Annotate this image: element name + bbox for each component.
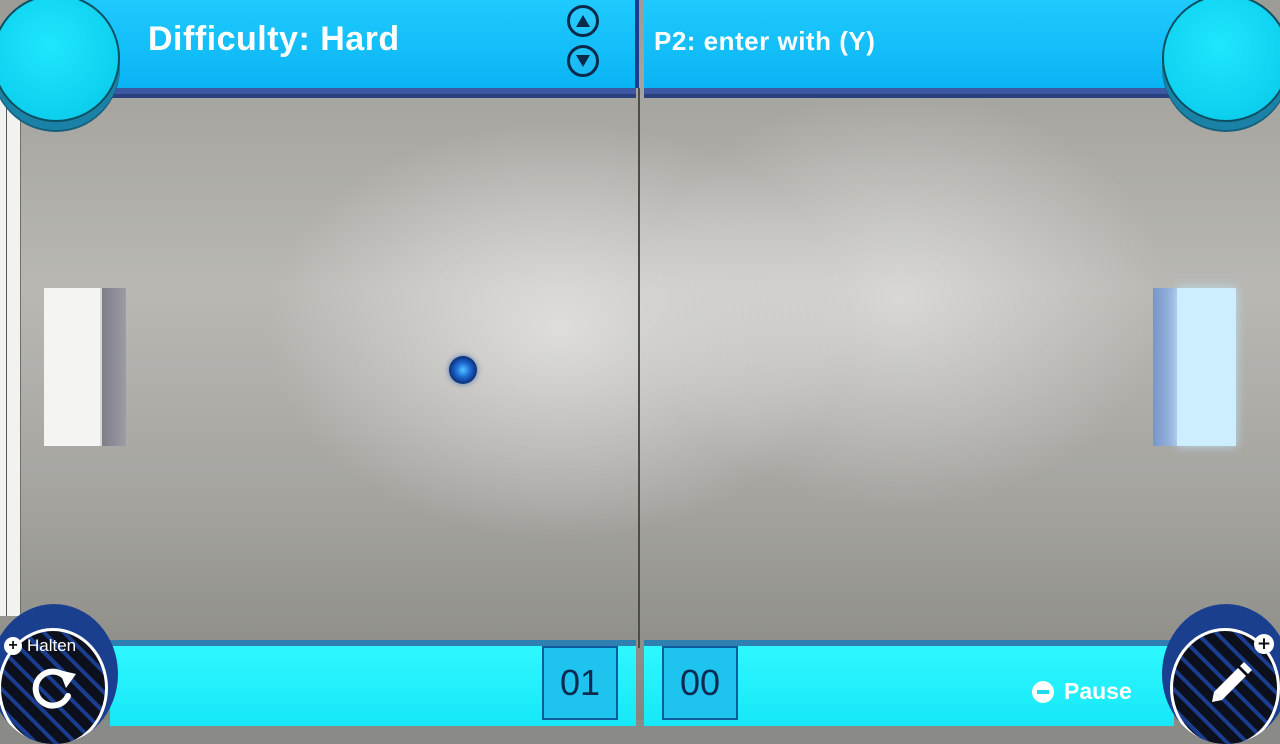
plus-icon: + bbox=[4, 637, 22, 655]
p2-join-prompt: P2: enter with (Y) bbox=[654, 26, 876, 56]
center-line bbox=[638, 88, 640, 648]
player1-paddle-face bbox=[44, 288, 102, 446]
player2-paddle-face bbox=[1177, 288, 1236, 446]
ball bbox=[449, 356, 477, 384]
player2-paddle-side bbox=[1153, 288, 1177, 446]
playfield bbox=[0, 0, 1280, 720]
pause-button[interactable]: Pause bbox=[1032, 678, 1132, 705]
hold-label: Halten bbox=[27, 636, 77, 655]
pencil-icon bbox=[1212, 662, 1252, 702]
pause-label: Pause bbox=[1064, 678, 1132, 704]
player2-bar: P2: enter with (Y) bbox=[644, 0, 1220, 94]
difficulty-bar: Difficulty: Hard bbox=[60, 0, 639, 94]
player1-paddle-side bbox=[102, 288, 126, 446]
difficulty-up-button[interactable] bbox=[567, 5, 599, 37]
header-divider bbox=[635, 0, 639, 88]
player2-paddle bbox=[1153, 288, 1236, 446]
edit-plus-icon: + bbox=[1254, 634, 1274, 654]
difficulty-down-button[interactable] bbox=[567, 45, 599, 77]
hold-hint: + Halten bbox=[4, 636, 76, 656]
left-wall bbox=[0, 96, 21, 616]
minus-icon bbox=[1032, 680, 1054, 703]
player1-score: 01 bbox=[542, 646, 618, 720]
difficulty-label: Difficulty: Hard bbox=[148, 20, 400, 58]
player2-score: 00 bbox=[662, 646, 738, 720]
arrow-up-icon bbox=[576, 15, 590, 27]
player1-paddle bbox=[44, 288, 126, 446]
arrow-down-icon bbox=[576, 55, 590, 67]
rotate-icon bbox=[32, 668, 76, 709]
